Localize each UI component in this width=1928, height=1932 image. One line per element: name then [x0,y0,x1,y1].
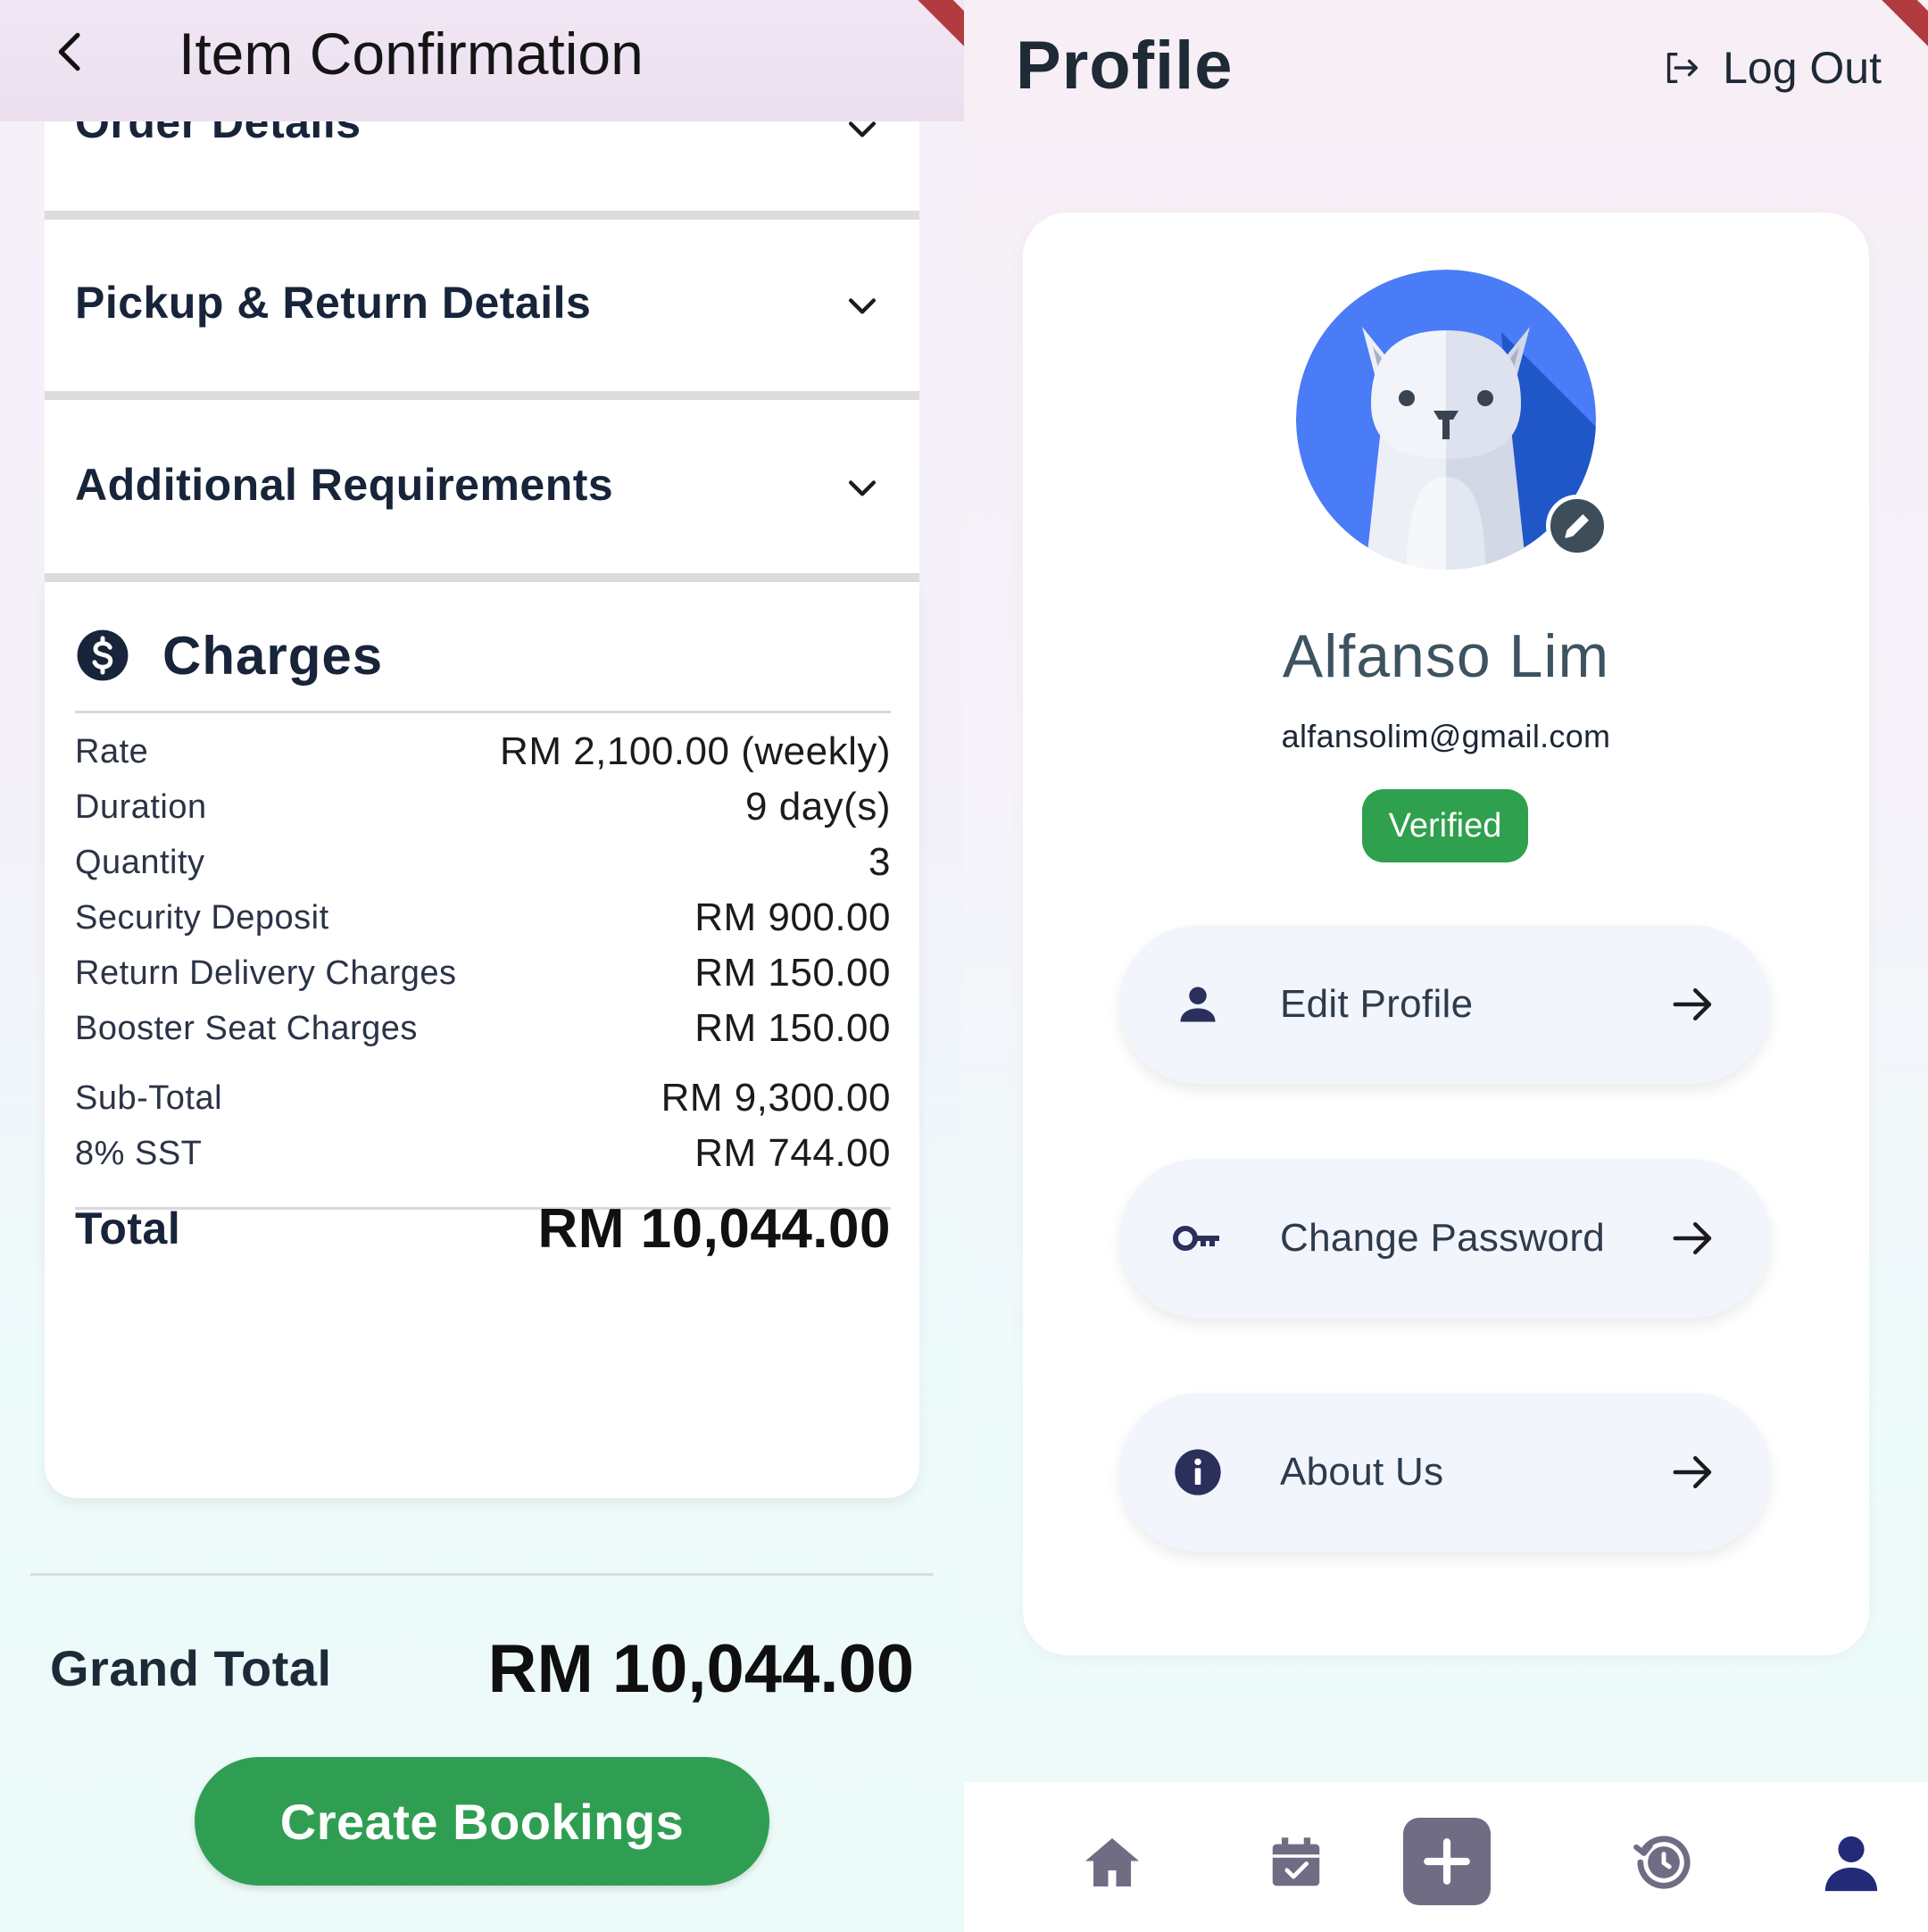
history-icon [1633,1836,1691,1889]
edit-profile-button[interactable]: Edit Profile [1119,925,1771,1084]
pickup-return-section[interactable]: Pickup & Return Details [45,220,919,391]
add-icon [1424,1838,1470,1885]
total-row: Total RM 10,044.00 [75,1184,891,1273]
section-divider [45,391,919,400]
nav-calendar[interactable] [1260,1827,1332,1898]
page-title: Item Confirmation [179,21,644,87]
app-bar: Item Confirmation [0,0,964,121]
charge-label: Return Delivery Charges [75,954,457,992]
menu-label: Edit Profile [1280,982,1474,1026]
page-title: Profile [1016,28,1234,104]
person-icon [1173,979,1223,1029]
user-name: Alfanso Lim [1282,622,1610,690]
charges-card: Charges Rate RM 2,100.00 (weekly) Durati… [45,582,919,1498]
chevron-down-icon [848,480,877,496]
additional-requirements-section[interactable]: Additional Requirements [45,400,919,573]
about-us-button[interactable]: About Us [1119,1393,1771,1552]
charge-value: 9 day(s) [745,785,891,829]
charge-label: Rate [75,732,149,770]
info-icon [1173,1447,1223,1497]
arrow-right-icon [1673,988,1712,1020]
chevron-down-icon [848,298,877,314]
nav-home[interactable] [1076,1827,1148,1898]
subtotal-row: Sub-Total RM 9,300.00 [75,1071,891,1125]
create-bookings-button[interactable]: Create Bookings [195,1757,769,1886]
total-value: RM 10,044.00 [537,1197,891,1260]
charge-label: Booster Seat Charges [75,1009,418,1047]
profile-card: Alfanso Lim alfansolim@gmail.com Verifie… [1023,212,1869,1655]
charge-value: RM 2,100.00 (weekly) [500,729,891,773]
bottom-nav-bar [964,1782,1928,1932]
charge-label: Duration [75,787,207,826]
logout-label: Log Out [1723,43,1882,93]
subtotal-label: Sub-Total [75,1078,223,1117]
charge-row-booster-seat: Booster Seat Charges RM 150.00 [75,1002,891,1055]
charge-value: RM 150.00 [694,951,891,995]
calendar-check-icon [1272,1837,1320,1886]
total-label: Total [75,1203,181,1253]
footer-divider [30,1573,934,1576]
back-button[interactable] [36,16,107,87]
nav-add-button[interactable] [1403,1818,1491,1905]
logout-button[interactable]: Log Out [1660,39,1882,96]
charge-row-duration: Duration 9 day(s) [75,780,891,834]
section-divider [45,211,919,220]
section-divider [45,573,919,582]
change-password-button[interactable]: Change Password [1119,1159,1771,1318]
key-icon [1173,1213,1223,1263]
charge-label: Quantity [75,843,205,881]
logout-icon [1666,52,1699,84]
divider [75,711,891,713]
menu-label: About Us [1280,1450,1444,1494]
edit-avatar-button[interactable] [1546,495,1608,557]
charge-value: RM 900.00 [694,895,891,939]
tax-row: 8% SST RM 744.00 [75,1127,891,1180]
pencil-icon [1565,514,1589,538]
charges-header: Charges [75,620,383,691]
tax-value: RM 744.00 [694,1131,891,1175]
home-icon [1085,1838,1139,1886]
additional-requirements-title: Additional Requirements [75,460,614,510]
grand-total-value: RM 10,044.00 [487,1631,914,1707]
charge-row-security-deposit: Security Deposit RM 900.00 [75,891,891,945]
pickup-return-title: Pickup & Return Details [75,278,592,328]
menu-label: Change Password [1280,1216,1606,1260]
charge-row-quantity: Quantity 3 [75,836,891,889]
nav-profile[interactable] [1816,1827,1887,1898]
charge-row-return-delivery: Return Delivery Charges RM 150.00 [75,946,891,1000]
charge-label: Security Deposit [75,898,329,937]
profile-screen: Profile Log Out Alfanso Lim alfansolim@g… [964,0,1928,1932]
subtotal-value: RM 9,300.00 [661,1076,891,1120]
verified-badge: Verified [1362,789,1528,862]
arrow-right-icon [1673,1222,1712,1254]
dollar-circle-icon [77,629,129,681]
arrow-right-icon [1673,1456,1712,1488]
tax-label: 8% SST [75,1134,203,1172]
item-confirmation-screen: Order Details Pickup & Return Details Ad… [0,0,964,1932]
charge-row-rate: Rate RM 2,100.00 (weekly) [75,725,891,779]
person-icon [1824,1836,1878,1892]
chevron-left-icon [58,32,80,71]
user-email: alfansolim@gmail.com [1281,718,1611,754]
grand-total-label: Grand Total [50,1640,332,1696]
charge-value: RM 150.00 [694,1006,891,1050]
nav-history[interactable] [1628,1827,1699,1898]
charges-title: Charges [162,625,384,686]
charge-value: 3 [868,840,891,884]
avatar[interactable] [1296,270,1608,570]
